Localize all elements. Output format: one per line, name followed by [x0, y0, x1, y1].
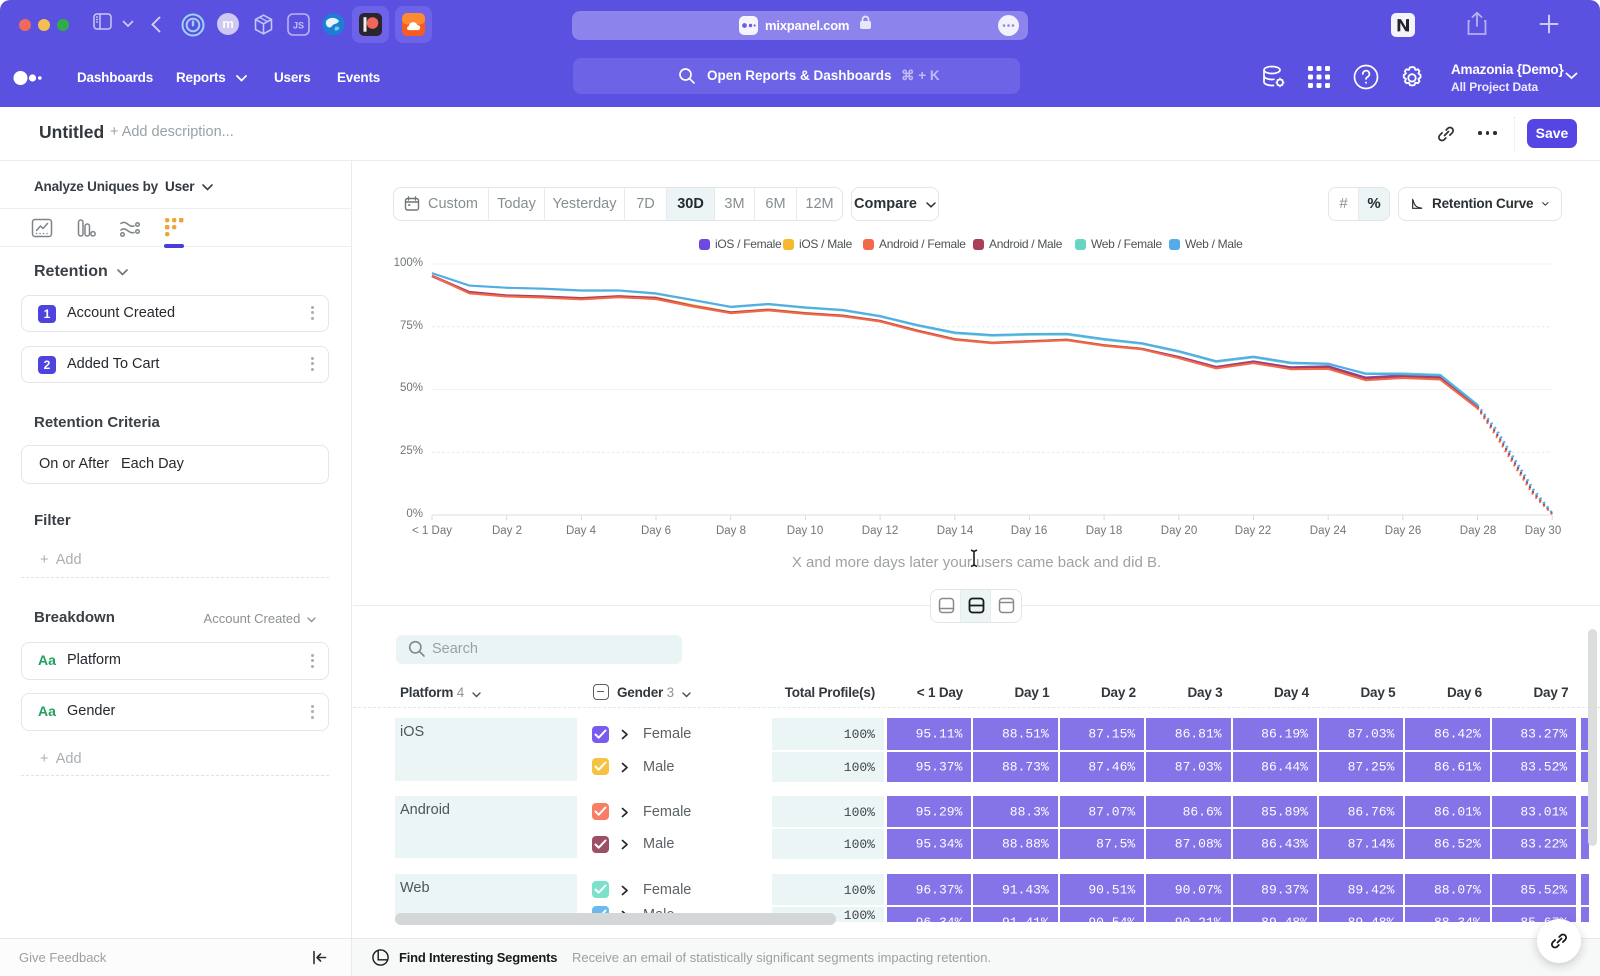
- svg-text:JS: JS: [293, 21, 304, 31]
